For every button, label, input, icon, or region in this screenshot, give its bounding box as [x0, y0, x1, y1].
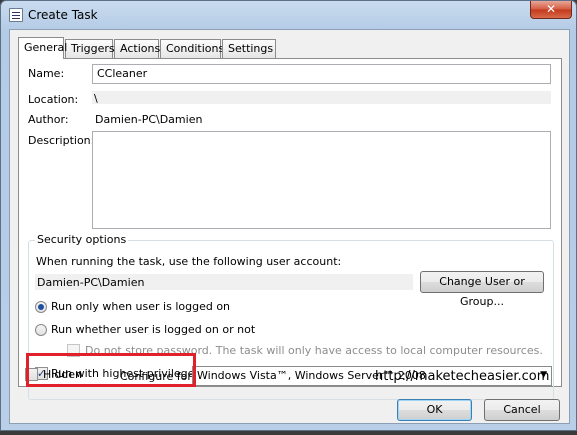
author-value: Damien-PC\Damien [95, 113, 203, 126]
user-account-value: Damien-PC\Damien [35, 274, 413, 290]
cancel-button[interactable]: Cancel [484, 399, 560, 421]
run-whether-radio[interactable] [35, 324, 47, 336]
description-label: Description: [28, 134, 95, 147]
location-label: Location: [28, 93, 79, 106]
security-options-title: Security options [35, 233, 129, 246]
watermark-url: http://maketecheasier.com [375, 369, 550, 384]
highlight-annotation [26, 353, 196, 387]
tab-general[interactable]: General [18, 37, 67, 59]
dialog-client: General Triggers Actions Conditions Sett… [9, 29, 570, 424]
run-whether-label[interactable]: Run whether user is logged on or not [51, 323, 255, 336]
name-label: Name: [28, 67, 65, 80]
window-title: Create Task [28, 8, 98, 22]
create-task-window: Create Task ✕ General Triggers Actions C… [0, 0, 577, 431]
run-logged-on-label[interactable]: Run only when user is logged on [51, 300, 230, 313]
close-icon: ✕ [545, 2, 557, 16]
tab-actions[interactable]: Actions [114, 39, 160, 58]
location-value: \ [92, 91, 551, 105]
tab-triggers[interactable]: Triggers [65, 39, 115, 58]
task-icon [9, 8, 23, 22]
general-tab-panel: Name: CCleaner Location: \ Author: Damie… [18, 58, 562, 400]
description-input[interactable] [92, 131, 551, 229]
name-input[interactable]: CCleaner [92, 64, 551, 84]
author-label: Author: [28, 113, 69, 126]
title-bar[interactable]: Create Task ✕ [1, 1, 576, 29]
run-logged-on-radio[interactable] [35, 301, 47, 313]
tab-conditions[interactable]: Conditions [160, 39, 224, 58]
close-button[interactable]: ✕ [530, 1, 572, 19]
change-user-button[interactable]: Change User or Group... [420, 271, 544, 308]
tab-settings[interactable]: Settings [222, 39, 276, 58]
ok-button[interactable]: OK [397, 399, 472, 421]
account-prompt: When running the task, use the following… [36, 255, 342, 268]
